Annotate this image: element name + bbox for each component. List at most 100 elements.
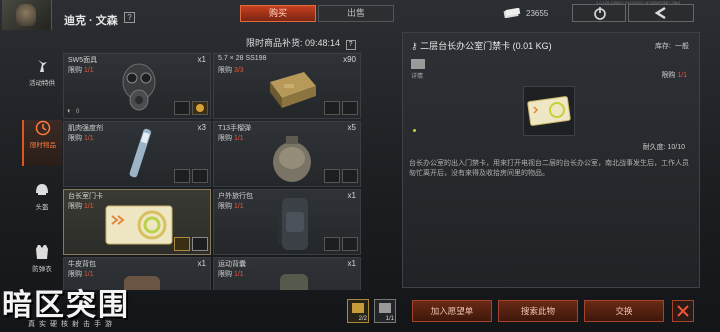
- clock-icon: [35, 120, 51, 136]
- limit-value: 1/1: [83, 271, 94, 278]
- cost-slot: [324, 169, 340, 183]
- item-limit: 限购 1/1: [218, 201, 244, 211]
- vest-icon: [36, 245, 48, 259]
- sidebar-item-label: 活动特供: [29, 80, 55, 87]
- power-icon: [594, 7, 606, 20]
- cost-slot: [192, 169, 208, 183]
- limit-value: 1/1: [233, 271, 244, 278]
- refresh-label: 限时商品补货: 09:48:14: [246, 38, 341, 48]
- cost-item-2[interactable]: 1/1: [374, 299, 396, 323]
- power-button[interactable]: [572, 4, 626, 22]
- shield-icon: ◐: [67, 106, 72, 115]
- limit-prefix: 限购: [218, 203, 232, 210]
- item-name: 户外旅行包: [218, 193, 253, 200]
- help-icon[interactable]: ?: [124, 12, 135, 23]
- item-card-backpack[interactable]: 户外旅行包 限购 1/1 x1: [213, 189, 361, 255]
- sidebar-item-label: 头盔: [35, 204, 49, 211]
- keycard-icon: [527, 96, 571, 126]
- sport-bag-icon: [280, 274, 308, 290]
- stock-value: 一般: [675, 43, 689, 50]
- durability: 耐久度: 10/10: [642, 144, 685, 151]
- currency-value: 23655: [526, 9, 549, 18]
- close-button[interactable]: [672, 300, 694, 322]
- search-item-button[interactable]: 搜索此物: [498, 300, 578, 322]
- item-card-keycard[interactable]: 台长室门卡 限购 1/1: [63, 189, 211, 255]
- cost-item-1[interactable]: 2/2: [347, 299, 369, 323]
- cost-slot: [324, 237, 340, 251]
- item-name: 台长室门卡: [68, 193, 103, 200]
- item-qty: x5: [347, 123, 356, 132]
- avatar-face: [16, 4, 36, 26]
- backpack-icon: [278, 198, 308, 250]
- item-name: 牛皮背包: [68, 261, 96, 268]
- cost-slot: [192, 101, 208, 115]
- item-card-injector[interactable]: 肌肉强度剂 限购 1/1 x3: [63, 121, 211, 187]
- item-limit: 限购 1/1: [68, 201, 94, 211]
- item-name: 肌肉强度剂: [68, 125, 103, 132]
- detail-item-image: [523, 86, 575, 136]
- cost-value: 1/1: [385, 316, 394, 322]
- item-card-grenade[interactable]: T13手榴弹 限购 1/1 x5: [213, 121, 361, 187]
- refresh-timer: 限时商品补货: 09:48:14 ?: [246, 36, 356, 50]
- item-qty: x1: [347, 191, 356, 200]
- item-grid: SW5面具 限购 1/1 x1 ◐ 0 5.7 × 28 SS198 限购 3/…: [63, 52, 363, 290]
- cost-slot: [324, 101, 340, 115]
- add-to-wishlist-button[interactable]: 加入愿望单: [412, 300, 492, 322]
- refresh-help-icon[interactable]: ?: [345, 40, 356, 50]
- detail-title-text: 二层台长办公室门禁卡 (0.01 KG): [420, 41, 552, 51]
- cost-slot: [342, 169, 358, 183]
- limit-value: 1/1: [233, 203, 244, 210]
- back-button[interactable]: [628, 4, 694, 22]
- info-icon[interactable]: [411, 59, 425, 69]
- item-name: T13手榴弹: [218, 125, 252, 132]
- item-limit: 限购 1/1: [68, 65, 94, 75]
- key-icon: ⚷: [411, 41, 418, 51]
- gas-mask-icon: [122, 63, 156, 111]
- item-card-gas-mask[interactable]: SW5面具 限购 1/1 x1 ◐ 0: [63, 53, 211, 119]
- avatar[interactable]: [2, 0, 52, 30]
- sidebar-item-limited[interactable]: 限时物品: [22, 120, 62, 166]
- limit-prefix: 限购: [218, 271, 232, 278]
- top-bar: 迪克 · 文森 ? 购买 出售 23655 1.0.128.13969 | 04…: [0, 0, 720, 30]
- ammo-box-icon: [270, 72, 316, 108]
- sidebar-item-label: 限时物品: [30, 142, 56, 149]
- helmet-icon: [36, 184, 48, 195]
- item-card-ammo[interactable]: 5.7 × 28 SS198 限购 3/3 x90: [213, 53, 361, 119]
- limit-value: 1/1: [233, 135, 244, 142]
- limit-prefix: 限购: [68, 271, 82, 278]
- item-extra: 0: [76, 109, 80, 115]
- sidebar-item-helmet[interactable]: 头盔: [22, 182, 62, 228]
- cost-slot: [342, 237, 358, 251]
- item-limit: 限购 1/1: [218, 133, 244, 143]
- game-logo: 暗区突围 真实硬核射击手游: [2, 280, 162, 332]
- item-detail-panel: ⚷ 二层台长办公室门禁卡 (0.01 KG) 库存: 一般 详情 限购 1/1 …: [402, 32, 700, 288]
- item-name: 5.7 × 28 SS198: [218, 55, 267, 62]
- item-name: SW5面具: [68, 57, 98, 64]
- cost-slot: [174, 101, 190, 115]
- limit-prefix: 限购: [68, 67, 82, 74]
- cost-slot: [192, 237, 208, 251]
- injector-icon: [129, 128, 152, 178]
- logo-subtitle: 真实硬核射击手游: [28, 321, 116, 328]
- item-qty: x1: [197, 55, 206, 64]
- item-name: 运动背囊: [218, 261, 246, 268]
- back-icon: [654, 6, 666, 20]
- tab-buy[interactable]: 购买: [240, 5, 316, 22]
- tab-sell[interactable]: 出售: [318, 5, 394, 22]
- currency-icon: [503, 8, 521, 18]
- grenade-icon: [273, 136, 311, 182]
- limit-prefix: 限购: [68, 135, 82, 142]
- sidebar-item-event[interactable]: 活动特供: [22, 58, 62, 104]
- item-limit: 限购 1/1: [68, 269, 94, 279]
- trade-button[interactable]: 交换: [584, 300, 664, 322]
- limit-value: 1/1: [83, 203, 94, 210]
- username: 迪克 · 文森: [64, 15, 118, 27]
- device-icon: [379, 303, 391, 313]
- item-limit: 限购 1/1: [218, 269, 244, 279]
- limit-value: 1/1: [83, 67, 94, 74]
- sidebar-item-label: 防弹衣: [32, 266, 52, 273]
- limit-value: 1/1: [83, 135, 94, 142]
- gift-icon: [38, 60, 47, 72]
- detail-limit: 限购 1/1: [661, 70, 687, 80]
- item-card-sport-bag[interactable]: 运动背囊 限购 1/1 x1: [213, 257, 361, 290]
